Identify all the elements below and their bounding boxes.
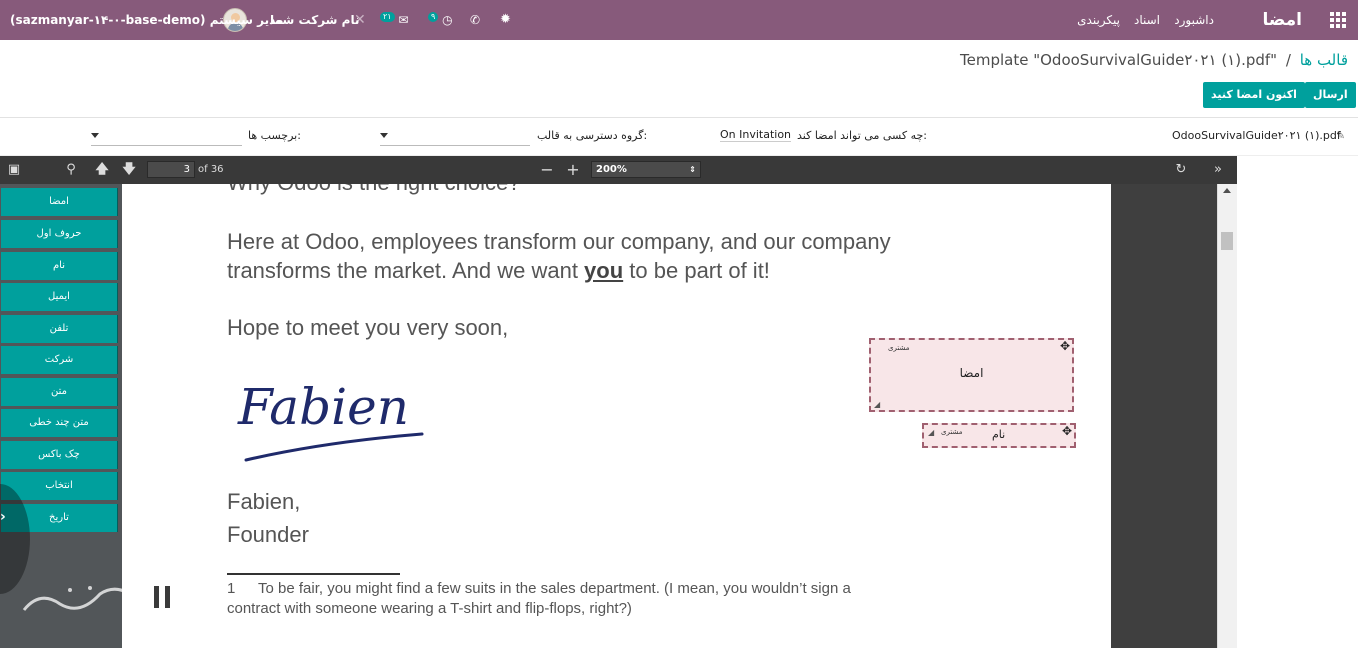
apps-menu-icon[interactable]: [1330, 12, 1346, 28]
access-group-label: گروه دسترسی به قالب:: [537, 129, 648, 142]
pdf-signer-name: Fabien,: [227, 489, 301, 514]
breadcrumb-current: Template "OdooSurvivalGuide۲۰۲۱ (۱).pdf": [960, 51, 1278, 69]
signature-role: مشتری: [888, 344, 910, 352]
footnote-line: To be fair, you might find a few suits i…: [258, 580, 851, 597]
clock-icon: ◷: [442, 13, 453, 27]
footnote-line: contract with someone wearing a T-shirt …: [227, 600, 632, 617]
move-icon[interactable]: ✥: [1062, 424, 1072, 438]
handwritten-signature-text: Fabien: [237, 378, 409, 436]
bug-icon[interactable]: ✹: [500, 0, 511, 40]
name-label: نام: [992, 428, 1006, 441]
pdf-closing-line: Hope to meet you very soon,: [227, 315, 509, 340]
footnote-divider: [227, 573, 400, 575]
pdf-signer-title: Founder: [227, 522, 309, 547]
previous-page-icon[interactable]: 🡅: [94, 160, 110, 180]
breadcrumb: Template "OdooSurvivalGuide۲۰۲۱ (۱).pdf"…: [960, 51, 1348, 69]
viewer-gutter: [1111, 184, 1217, 648]
sidebar-toggle-icon[interactable]: ▣: [6, 160, 22, 180]
zoom-select[interactable]: 200% ⇕: [591, 161, 701, 178]
database-name: (sazmanyar-۱۴-۰-base-demo): [10, 13, 206, 27]
resize-icon[interactable]: ◢: [874, 400, 880, 409]
signature-field-item[interactable]: مشتری ✥ امضا ◢: [869, 338, 1074, 412]
field-type-multiline[interactable]: متن چند خطی: [1, 409, 118, 437]
menu-dashboard[interactable]: داشبورد: [1174, 0, 1214, 40]
chevron-down-icon: [91, 133, 99, 138]
template-filename[interactable]: OdooSurvivalGuide۲۰۲۱ (۱).pdf: [1172, 129, 1341, 142]
app-brand[interactable]: امضا: [1263, 0, 1303, 40]
pdf-page: Why Odoo is the right choice? Here at Od…: [122, 184, 1111, 648]
menu-configuration[interactable]: پیکربندی: [1077, 0, 1120, 40]
page-number-input[interactable]: 3: [147, 161, 195, 178]
access-group-select[interactable]: [380, 129, 530, 146]
rotate-icon[interactable]: ↻: [1172, 160, 1190, 180]
messages-badge: ۲۱: [380, 12, 395, 22]
sign-now-button[interactable]: اکنون امضا کنید: [1203, 82, 1305, 108]
breadcrumb-separator: /: [1285, 51, 1291, 69]
zoom-out-icon[interactable]: −: [540, 160, 554, 180]
page-total: of 36: [198, 164, 224, 175]
right-margin: [1237, 156, 1358, 648]
messages-menu[interactable]: ۲۱ ✉: [380, 0, 408, 40]
user-menu[interactable]: (sazmanyar-۱۴-۰-base-demo) مدیر سیستم: [10, 0, 283, 40]
chevron-down-icon: [380, 133, 388, 138]
activities-badge: ۹: [428, 12, 439, 22]
field-type-name[interactable]: نام: [1, 252, 118, 280]
tools-chevron-icon[interactable]: »: [1208, 160, 1228, 180]
pdf-toolbar: ▣ ⚲ 🡅 🡇 3 of 36 − + 200% ⇕ ↻ »: [0, 156, 1237, 184]
send-button[interactable]: ارسال: [1305, 82, 1356, 108]
menu-documents[interactable]: اسناد: [1134, 0, 1160, 40]
scroll-up-icon[interactable]: [1223, 188, 1231, 193]
handwritten-signature: Fabien: [237, 378, 424, 462]
name-role: مشتری: [941, 428, 963, 436]
user-name: مدیر سیستم: [209, 13, 284, 27]
search-icon[interactable]: ⚲: [62, 160, 80, 180]
footnote-number: 1: [227, 580, 236, 597]
chat-icon: ✉: [398, 13, 409, 27]
pdf-heading: Why Odoo is the right choice?: [227, 184, 520, 196]
pdf-paragraph-line: Here at Odoo, employees transform our co…: [227, 229, 891, 254]
field-type-email[interactable]: ایمیل: [1, 283, 118, 311]
field-type-phone[interactable]: تلفن: [1, 315, 118, 343]
zoom-in-icon[interactable]: +: [566, 160, 580, 180]
pdf-emphasis: you: [584, 258, 624, 283]
name-field-item[interactable]: مشتری ◢ نام ✥: [922, 423, 1076, 448]
phone-icon[interactable]: ✆: [470, 0, 480, 40]
pdf-paragraph-line: transforms the market. And we want you t…: [227, 258, 770, 284]
updown-icon: ⇕: [689, 165, 696, 174]
move-icon[interactable]: ✥: [1060, 339, 1070, 353]
field-type-company[interactable]: شرکت: [1, 346, 118, 374]
next-page-icon[interactable]: 🡇: [121, 160, 137, 180]
field-type-text[interactable]: متن: [1, 378, 118, 406]
tags-label: برچسب ها:: [248, 129, 301, 142]
pdf-scrollbar[interactable]: [1217, 184, 1237, 648]
tags-select[interactable]: [91, 129, 242, 146]
pdf-text-segment: to be part of it!: [623, 258, 770, 283]
pdf-text-segment: transforms the market. And we want: [227, 258, 585, 283]
field-type-checkbox[interactable]: چک باکس: [1, 441, 118, 469]
breadcrumb-templates[interactable]: قالب ها: [1300, 51, 1348, 69]
who-can-sign-field[interactable]: On Invitation: [720, 128, 792, 142]
field-type-initials[interactable]: حروف اول: [1, 220, 118, 248]
control-panel: Template "OdooSurvivalGuide۲۰۲۱ (۱).pdf"…: [0, 40, 1358, 118]
top-navbar: امضا داشبورد اسناد پیکربندی ✹ ✆ ۹ ◷ ۲۱ ✉…: [0, 0, 1358, 40]
scrollbar-thumb[interactable]: [1221, 232, 1233, 250]
resize-icon[interactable]: ◢: [928, 428, 934, 437]
field-type-signature[interactable]: امضا: [1, 188, 118, 216]
activities-menu[interactable]: ۹ ◷: [428, 0, 453, 40]
zoom-value: 200%: [596, 164, 627, 175]
signature-label: امضا: [959, 366, 984, 380]
watermark-logo: [22, 578, 179, 620]
who-can-sign-label: چه کسی می تواند امضا کند:: [797, 129, 927, 142]
chevron-right-icon[interactable]: ›: [0, 509, 6, 525]
